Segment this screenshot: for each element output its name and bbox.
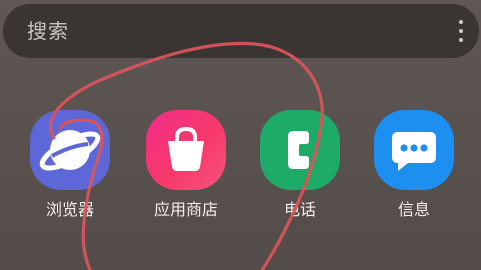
app-label-browser: 浏览器 [45,200,94,219]
search-placeholder: 搜索 [27,19,69,43]
browser-planet-icon[interactable] [30,110,110,190]
menu-dot [459,29,463,33]
search-bar[interactable]: 搜索 [3,4,479,58]
app-browser[interactable]: 浏览器 [15,110,125,220]
menu-dot [459,20,463,24]
app-store[interactable]: 应用商店 [131,110,241,220]
app-label-messages: 信息 [397,200,430,219]
app-label-store: 应用商店 [153,200,218,219]
app-messages[interactable]: 信息 [359,110,469,220]
app-label-phone: 电话 [283,200,316,219]
shopping-bag-icon[interactable] [146,110,226,190]
phone-handset-icon[interactable] [260,110,340,190]
app-phone[interactable]: 电话 [245,110,355,220]
menu-dot [459,38,463,42]
home-screen: 搜索 浏览器 应用商店 电话 信息 [0,0,481,270]
more-vertical-icon[interactable] [455,20,467,42]
message-bubble-icon[interactable] [374,110,454,190]
